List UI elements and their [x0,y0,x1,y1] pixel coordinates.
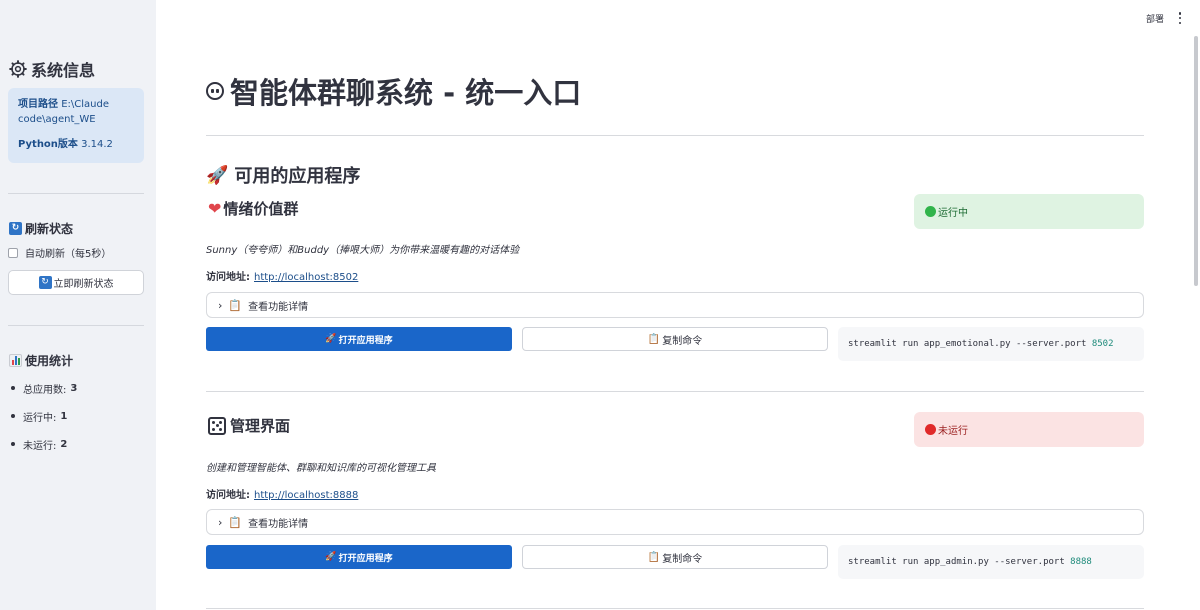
command-port: 8502 [1091,339,1114,349]
open-app-button[interactable]: 🚀 打开应用程序 [206,327,512,351]
green-circle-icon [925,206,936,217]
more-menu-icon[interactable] [1178,12,1182,24]
stat-label: 运行中: [23,412,57,424]
app-url-link[interactable]: http://localhost:8502 [254,272,358,283]
app-description: Sunny（夸夸师）和Buddy（捧哏大师）为你带来温暖有趣的对话体验 [206,245,520,256]
refresh-title-text: 刷新状态 [25,222,74,236]
sidebar-divider [8,193,144,194]
deploy-button[interactable]: 部署 [1146,12,1164,25]
stats-item-total: 总应用数: 3 [11,381,78,396]
details-expander[interactable]: › 📋 查看功能详情 [206,509,1144,535]
app-url-link[interactable]: http://localhost:8888 [254,490,358,501]
open-app-label: 打开应用程序 [338,553,393,564]
heart-icon: ❤ [208,199,222,218]
status-badge: 运行中 [914,194,1144,229]
divider [206,391,1144,392]
robot-icon [206,82,224,100]
page-title-text: 智能体群聊系统 - 统一入口 [230,76,582,110]
command-port: 8888 [1070,557,1092,567]
clipboard-icon: 📋 [647,333,661,345]
bar-chart-icon [9,354,22,367]
divider [206,608,1144,609]
stat-value: 1 [60,410,68,422]
system-info-box: 项目路径 E:\Claude code\agent_WE Python版本 3.… [8,88,144,163]
clipboard-icon: 📋 [228,515,243,529]
rocket-icon: 🚀 [325,334,337,344]
stat-label: 总应用数: [23,384,67,396]
project-path: 项目路径 E:\Claude code\agent_WE [18,97,134,127]
refresh-icon: ↻ [38,276,52,289]
section-title-text: 可用的应用程序 [234,166,361,187]
stats-item-stopped: 未运行: 2 [11,437,77,452]
copy-command-label: 复制命令 [662,335,703,347]
scrollbar[interactable] [1194,36,1198,286]
auto-refresh-checkbox[interactable]: 自动刷新（每5秒） [8,245,111,260]
command-code-block[interactable]: streamlit run app_admin.py --server.port… [838,545,1144,579]
checkbox-box[interactable] [8,247,18,258]
app-name: 情绪价值群 [223,200,299,218]
stat-label: 未运行: [23,440,57,452]
stat-value: 3 [70,382,78,394]
python-version-label: Python版本 [18,139,78,150]
chevron-right-icon: › [218,515,223,529]
page-title: 智能体群聊系统 - 统一入口 [206,70,581,112]
stat-value: 2 [60,438,68,450]
auto-refresh-label: 自动刷新（每5秒） [25,249,112,260]
app-title: 管理界面 [208,415,290,436]
clipboard-icon: 📋 [228,298,243,312]
refresh-now-label: 立即刷新状态 [53,279,114,290]
details-expander[interactable]: › 📋 查看功能详情 [206,292,1144,318]
details-label: 查看功能详情 [248,518,309,530]
app-url-row: 访问地址: http://localhost:8888 [206,486,358,501]
refresh-section-title: ↻ 刷新状态 [9,220,73,237]
status-text: 未运行 [938,426,968,437]
refresh-now-button[interactable]: ↻ 立即刷新状态 [8,270,144,295]
command-text: streamlit run app_admin.py --server.port [848,557,1071,567]
sidebar: 系统信息 项目路径 E:\Claude code\agent_WE Python… [0,0,156,610]
url-label: 访问地址: [206,272,250,283]
sidebar-title: 系统信息 [9,57,95,81]
python-version-value: 3.14.2 [81,139,113,150]
project-path-label: 项目路径 [18,99,58,110]
chevron-right-icon: › [218,298,223,312]
divider [206,135,1144,136]
sidebar-divider [8,325,144,326]
clipboard-icon: 📋 [647,551,661,563]
sidebar-title-text: 系统信息 [31,61,96,80]
open-app-button[interactable]: 🚀 打开应用程序 [206,545,512,569]
command-code-block[interactable]: streamlit run app_emotional.py --server.… [838,327,1144,361]
stats-item-running: 运行中: 1 [11,409,77,424]
rocket-icon: 🚀 [325,552,337,562]
details-label: 查看功能详情 [248,301,309,313]
gear-icon [9,60,27,78]
command-text: streamlit run app_emotional.py --server.… [848,339,1092,349]
app-title: ❤ 情绪价值群 [208,198,298,219]
open-app-label: 打开应用程序 [338,335,393,346]
status-text: 运行中 [938,208,968,219]
copy-command-button[interactable]: 📋 复制命令 [522,545,828,569]
section-title: 🚀 可用的应用程序 [206,162,360,188]
python-version: Python版本 3.14.2 [18,137,134,152]
rocket-icon: 🚀 [206,164,229,186]
stats-section-title: 使用统计 [9,352,73,369]
url-label: 访问地址: [206,490,250,501]
copy-command-button[interactable]: 📋 复制命令 [522,327,828,351]
dice-icon [208,416,226,435]
stats-list: 总应用数: 3 运行中: 1 未运行: 2 [11,381,77,465]
app-name: 管理界面 [230,417,291,435]
app-description: 创建和管理智能体、群聊和知识库的可视化管理工具 [206,463,436,474]
status-badge: 未运行 [914,412,1144,447]
red-circle-icon [925,424,936,435]
refresh-icon: ↻ [9,222,22,235]
stats-title-text: 使用统计 [25,354,74,368]
copy-command-label: 复制命令 [662,553,703,565]
app-url-row: 访问地址: http://localhost:8502 [206,268,358,283]
